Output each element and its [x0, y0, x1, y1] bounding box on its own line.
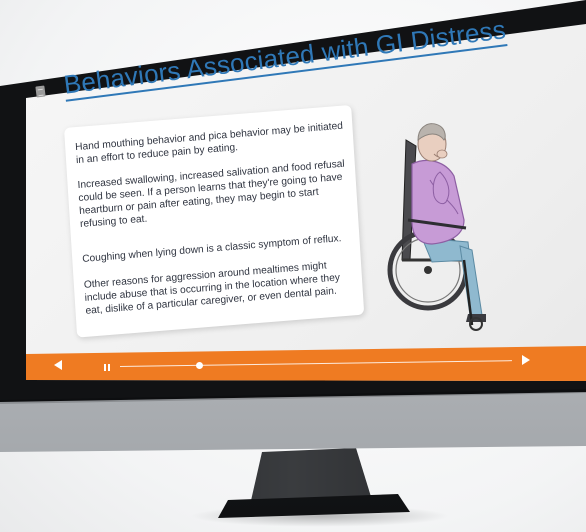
paragraph-aggression: Other reasons for aggression around meal… [83, 260, 341, 317]
paragraph-food-refusal: Increased swallowing, increased salivati… [77, 158, 345, 231]
seek-thumb[interactable] [196, 362, 203, 369]
monitor-scene: Behaviors Associated with GI Distress Ha… [0, 0, 586, 532]
prev-triangle-icon[interactable] [54, 360, 62, 370]
menu-icon[interactable] [35, 85, 46, 98]
text-panel: Hand mouthing behavior and pica behavior… [64, 104, 365, 338]
next-triangle-icon[interactable] [522, 355, 530, 365]
elderly-woman-in-wheelchair-illustration [387, 123, 486, 331]
pause-icon[interactable] [104, 364, 111, 371]
